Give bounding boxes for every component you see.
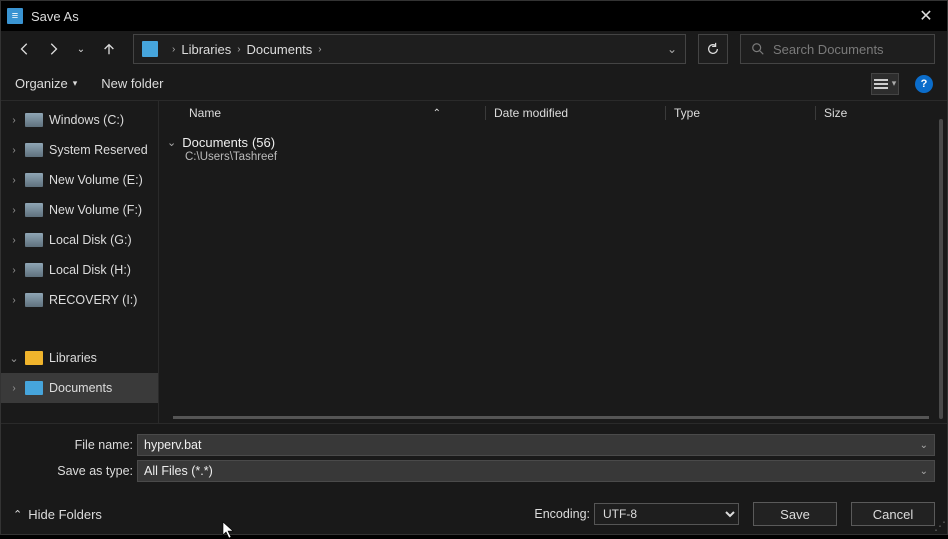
group-path: C:\Users\Tashreef [185, 151, 947, 163]
chevron-up-icon: ⌃ [13, 508, 22, 521]
vertical-scrollbar[interactable] [939, 119, 943, 419]
group-name: Documents [182, 135, 248, 150]
forward-button[interactable] [41, 37, 65, 61]
horizontal-scrollbar[interactable] [173, 416, 929, 419]
column-date-modified[interactable]: Date modified [485, 106, 665, 120]
column-headers: Name⌃ Date modified Type Size [159, 101, 947, 125]
column-size[interactable]: Size [815, 106, 947, 120]
refresh-button[interactable] [698, 34, 728, 64]
savetype-label: Save as type: [13, 464, 133, 478]
chevron-right-icon: › [172, 44, 175, 55]
new-folder-button[interactable]: New folder [101, 76, 163, 91]
group-documents[interactable]: ⌄ Documents (56) C:\Users\Tashreef [159, 135, 947, 163]
location-icon [142, 41, 158, 57]
cancel-button[interactable]: Cancel [851, 502, 935, 526]
organize-button[interactable]: Organize▾ [15, 76, 77, 91]
chevron-right-icon: › [237, 44, 240, 55]
sidebar-item-new-volume-f[interactable]: ›New Volume (F:) [1, 195, 158, 225]
column-name[interactable]: Name⌃ [185, 106, 485, 120]
window-title: Save As [31, 9, 911, 24]
sidebar-item-windows-c[interactable]: ›Windows (C:) [1, 105, 158, 135]
up-button[interactable] [97, 37, 121, 61]
sidebar-item-local-disk-h[interactable]: ›Local Disk (H:) [1, 255, 158, 285]
sidebar-item-documents[interactable]: ›Documents [1, 373, 158, 403]
search-placeholder: Search Documents [773, 42, 884, 57]
encoding-select[interactable]: UTF-8 [594, 503, 739, 525]
help-button[interactable]: ? [915, 75, 933, 93]
encoding-label: Encoding: [534, 507, 590, 521]
save-button[interactable]: Save [753, 502, 837, 526]
group-count: (56) [252, 135, 275, 150]
history-dropdown[interactable]: ⌄ [69, 37, 93, 61]
filename-input[interactable]: hyperv.bat ⌄ [137, 434, 935, 456]
filename-dropdown[interactable]: ⌄ [920, 440, 928, 451]
search-icon [751, 42, 765, 56]
savetype-select[interactable]: All Files (*.*) ⌄ [137, 460, 935, 482]
resize-grip-icon[interactable]: ⋰ [934, 519, 946, 533]
hide-folders-button[interactable]: ⌃Hide Folders [13, 507, 102, 522]
sidebar-item-system-reserved[interactable]: ›System Reserved [1, 135, 158, 165]
sidebar-item-recovery-i[interactable]: ›RECOVERY (I:) [1, 285, 158, 315]
sort-indicator-icon: ⌃ [433, 108, 441, 119]
close-button[interactable]: ✕ [911, 6, 941, 26]
sidebar-item-libraries[interactable]: ⌄Libraries [1, 343, 158, 373]
breadcrumb-documents[interactable]: Documents [247, 42, 313, 57]
chevron-down-icon[interactable]: ⌄ [167, 136, 176, 149]
breadcrumb-libraries[interactable]: Libraries [181, 42, 231, 57]
sidebar-item-local-disk-g[interactable]: ›Local Disk (G:) [1, 225, 158, 255]
chevron-right-icon: › [318, 44, 321, 55]
sidebar: ›Windows (C:) ›System Reserved ›New Volu… [1, 101, 159, 423]
address-bar[interactable]: › Libraries › Documents › ⌄ [133, 34, 686, 64]
search-input[interactable]: Search Documents [740, 34, 935, 64]
content-pane: Name⌃ Date modified Type Size ⌄ Document… [159, 101, 947, 423]
sidebar-item-new-volume-e[interactable]: ›New Volume (E:) [1, 165, 158, 195]
view-button[interactable]: ▾ [871, 73, 899, 95]
column-type[interactable]: Type [665, 106, 815, 120]
address-dropdown[interactable]: ⌄ [667, 42, 677, 56]
savetype-dropdown[interactable]: ⌄ [920, 466, 928, 477]
filename-label: File name: [13, 438, 133, 452]
app-icon [7, 8, 23, 24]
back-button[interactable] [13, 37, 37, 61]
